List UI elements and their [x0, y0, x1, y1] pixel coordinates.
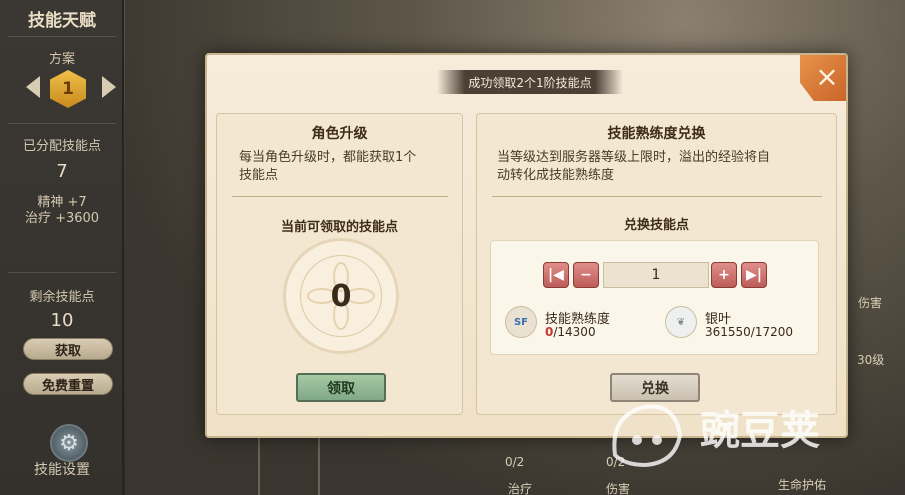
node-count: 0/2: [505, 455, 525, 469]
prev-plan-arrow-icon[interactable]: [26, 76, 40, 98]
desc-line: 技能点: [239, 168, 279, 183]
min-quantity-icon[interactable]: |◀: [543, 262, 569, 288]
remaining-points-label: 剩余技能点: [29, 290, 95, 305]
stat-heal: 治疗 +3600: [24, 211, 100, 226]
plan-label: 方案: [48, 52, 75, 67]
divider: [8, 272, 116, 273]
node-label-heal: 治疗: [508, 482, 533, 495]
proficiency-need: /14300: [553, 325, 596, 339]
silver-leaf-icon: ❦: [665, 306, 697, 338]
proficiency-amount: 0/14300: [545, 325, 596, 339]
watermark-logo-icon: [612, 404, 683, 468]
minus-icon[interactable]: −: [573, 262, 599, 288]
proficiency-scroll-icon: SF: [505, 306, 537, 338]
node-level: 30级: [857, 353, 885, 367]
watermark-text: 豌豆荚: [700, 408, 820, 454]
divider: [8, 36, 116, 37]
desc-line: 动转化成技能熟练度: [497, 168, 615, 183]
plan-number-badge: 1: [50, 70, 86, 108]
allocated-points-value: 7: [56, 161, 68, 182]
sidebar-title: 技能天赋: [28, 11, 96, 31]
desc-line: 当等级达到服务器等级上限时，溢出的经验将自: [497, 150, 771, 165]
level-up-title: 角色升级: [311, 126, 368, 142]
divider: [8, 123, 116, 124]
max-quantity-icon[interactable]: ▶|: [741, 262, 767, 288]
remaining-points-value: 10: [50, 310, 74, 331]
node-label-life-protect: 生命护佑: [778, 478, 827, 492]
next-plan-arrow-icon[interactable]: [102, 76, 116, 98]
level-up-description: 每当角色升级时，都能获取1个 技能点: [239, 149, 416, 185]
quantity-field[interactable]: 1: [603, 262, 709, 288]
exchange-description: 当等级达到服务器等级上限时，溢出的经验将自 动转化成技能熟练度: [497, 149, 770, 185]
skill-settings-label[interactable]: 技能设置: [0, 459, 124, 479]
obtain-button[interactable]: 获取: [23, 338, 113, 360]
desc-line: 每当角色升级时，都能获取1个: [239, 150, 417, 165]
divider: [492, 196, 822, 197]
node-label-damage: 伤害: [606, 482, 631, 495]
exchange-title: 技能熟练度兑换: [607, 126, 706, 142]
claimable-points-value: 0: [300, 255, 382, 337]
divider: [232, 196, 448, 197]
plus-icon[interactable]: +: [711, 262, 737, 288]
free-reset-button[interactable]: 免费重置: [23, 373, 113, 395]
tree-line: [258, 430, 260, 495]
silver-leaf-amount: 361550/17200: [705, 325, 794, 339]
claim-button[interactable]: 领取: [296, 373, 386, 402]
skill-sidebar: 技能天赋 方案 1 已分配技能点 7 精神 +7 治疗 +3600 剩余技能点 …: [0, 0, 124, 495]
exchange-points-label: 兑换技能点: [623, 218, 689, 233]
node-label-damage: 伤害: [858, 296, 883, 310]
claimable-points-label: 当前可领取的技能点: [280, 220, 398, 235]
allocated-points-label: 已分配技能点: [22, 139, 101, 154]
gear-icon[interactable]: ⚙: [50, 424, 88, 462]
success-banner: 成功领取2个1阶技能点: [437, 70, 623, 94]
